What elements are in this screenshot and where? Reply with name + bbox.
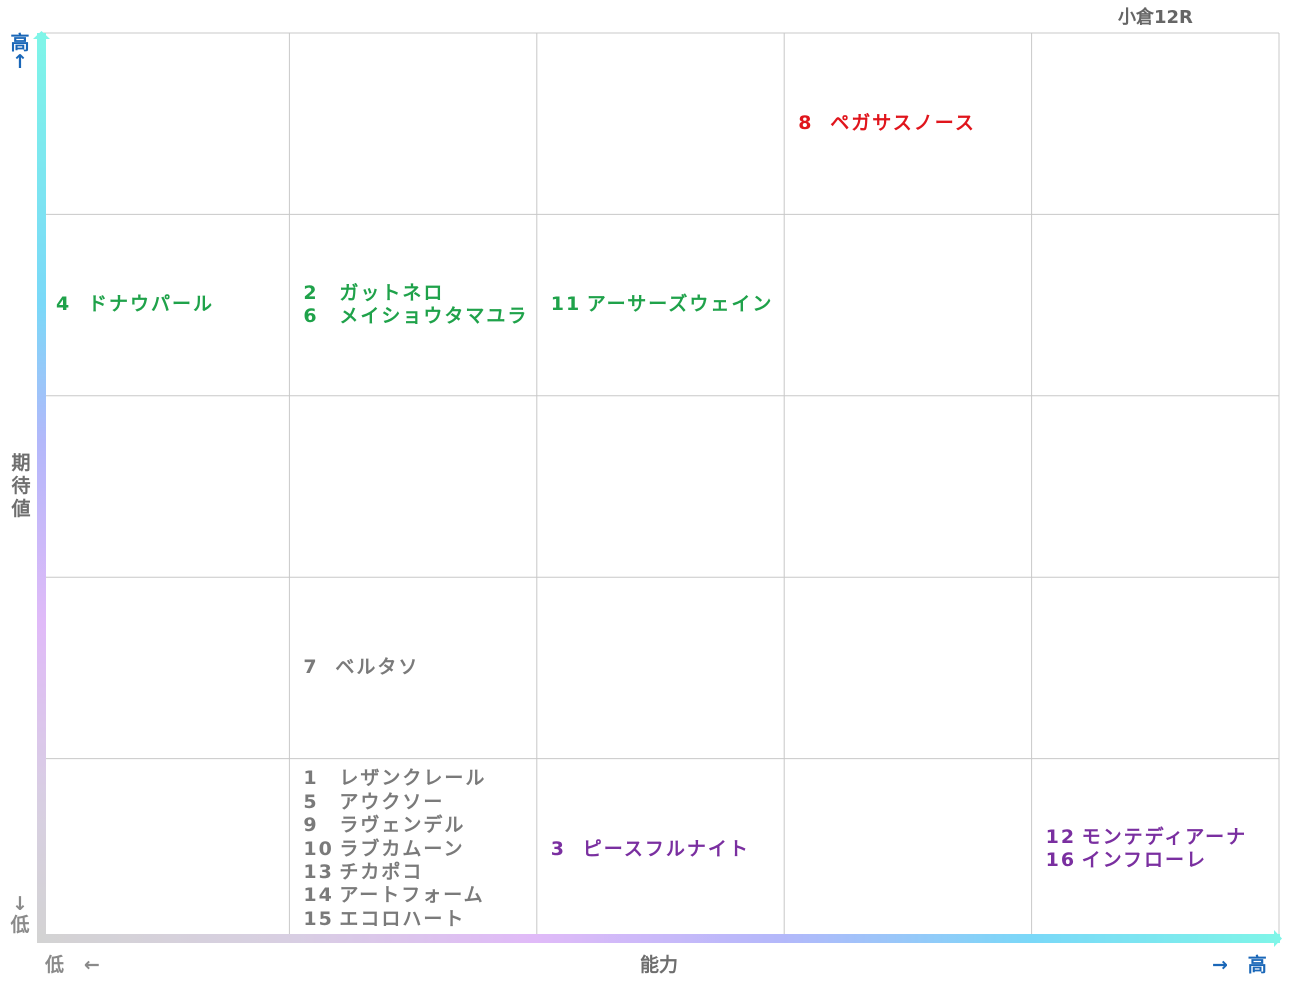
horse-name: メイショウタマユラ [339,305,529,328]
horse-number: 1 [303,767,319,790]
horse-name: ペガサスノース [830,111,976,134]
x-axis-title: 能力 [640,954,679,976]
horse-name: インフローレ [1081,849,1208,872]
horse-entry: 2 ガットネロ [303,282,444,305]
horse-number: 16 [1045,849,1077,872]
horse-number: 5 [303,790,319,813]
horse-entry: 7 ベルタソ [303,656,419,679]
horse-entry: 13 チカポコ [303,861,423,884]
y-axis-bar [37,33,46,941]
horse-entry: 12 モンテディアーナ [1046,826,1248,849]
horse-name: ラヴェンデル [339,814,466,837]
horse-name: ラブカムーン [339,837,465,860]
grid-cell-c3-r5: 3 ピースフルナイト [537,759,784,940]
horse-name: ドナウパール [88,293,215,316]
y-axis-title-char-1: 待 [11,475,31,497]
grid-cell-c2-r2: 2 ガットネロ 6 メイショウタマユラ [289,214,536,395]
grid-cell-c2-r4: 7 ベルタソ [289,577,536,758]
horse-name: ベルタソ [335,656,420,679]
horse-name: チカポコ [339,860,424,883]
y-low-text: 低 [10,914,30,936]
x-axis-low-label: 低 ← [45,950,100,977]
horse-number: 12 [1045,825,1077,848]
grid-cell-c5-r5: 12 モンテディアーナ 16 インフローレ [1032,759,1279,940]
x-high-text: 高 [1247,954,1267,976]
up-arrow-icon: ↑ [12,51,28,73]
x-low-text: 低 [45,954,65,976]
horse-name: エコロハート [339,907,466,930]
x-axis-high-label: → 高 [1212,950,1267,977]
horse-number: 6 [303,305,319,328]
horse-entry: 8 ペガサスノース [798,112,976,135]
horse-entry: 16 インフローレ [1046,849,1207,872]
horse-entry: 14 アートフォーム [303,884,484,907]
y-axis-title: 期待値 [10,452,32,521]
horse-entry: 10 ラブカムーン [303,838,464,861]
horse-number: 9 [303,814,319,837]
horse-entry: 15 エコロハート [303,908,465,931]
y-axis-high-label: 高 ↑ [9,34,31,72]
horse-name: ピースフルナイト [582,837,750,860]
horse-number: 7 [303,656,319,679]
horse-number: 11 [550,293,582,316]
horse-entry: 5 アウクソー [303,791,444,814]
horse-name: ガットネロ [339,281,445,304]
grid-cell-c1-r2: 4 ドナウパール [42,214,289,395]
horse-number: 2 [303,281,319,304]
horse-entry: 4 ドナウパール [56,293,214,316]
horse-number: 4 [56,293,72,316]
grid-cell-c3-r2: 11 アーサーズウェイン [537,214,784,395]
y-axis-title-char-2: 値 [11,498,31,520]
horse-number: 15 [303,907,334,930]
horse-number: 8 [798,111,814,134]
y-axis-arrowhead [33,31,50,39]
horse-number: 3 [550,837,567,860]
y-axis-low-label: ↓ 低 [9,894,31,936]
horse-name: アーサーズウェイン [586,293,774,316]
horse-entry: 9 ラヴェンデル [303,814,465,837]
horse-number: 13 [303,860,334,883]
horse-name: アウクソー [339,790,445,813]
horse-entry: 3 ピースフルナイト [551,838,750,861]
horse-entry: 11 アーサーズウェイン [551,293,774,316]
down-arrow-icon: ↓ [12,893,28,915]
horse-entry: 1 レザンクレール [303,767,486,790]
horse-name: レザンクレール [339,767,487,790]
horse-name: アートフォーム [339,884,485,907]
right-arrow-icon: → [1212,954,1228,976]
horse-number: 10 [303,837,334,860]
horse-name: モンテディアーナ [1081,825,1248,848]
horse-entry: 6 メイショウタマユラ [303,305,528,328]
y-axis-title-char-0: 期 [11,452,31,474]
left-arrow-icon: ← [83,954,100,976]
grid-cell-c2-r5: 1 レザンクレール 5 アウクソー 9 ラヴェンデル 10 ラブカムーン 13 チカポコ 14 アート… [289,759,536,940]
horse-number: 14 [303,884,334,907]
grid-cell-c4-r1: 8 ペガサスノース [784,33,1031,214]
